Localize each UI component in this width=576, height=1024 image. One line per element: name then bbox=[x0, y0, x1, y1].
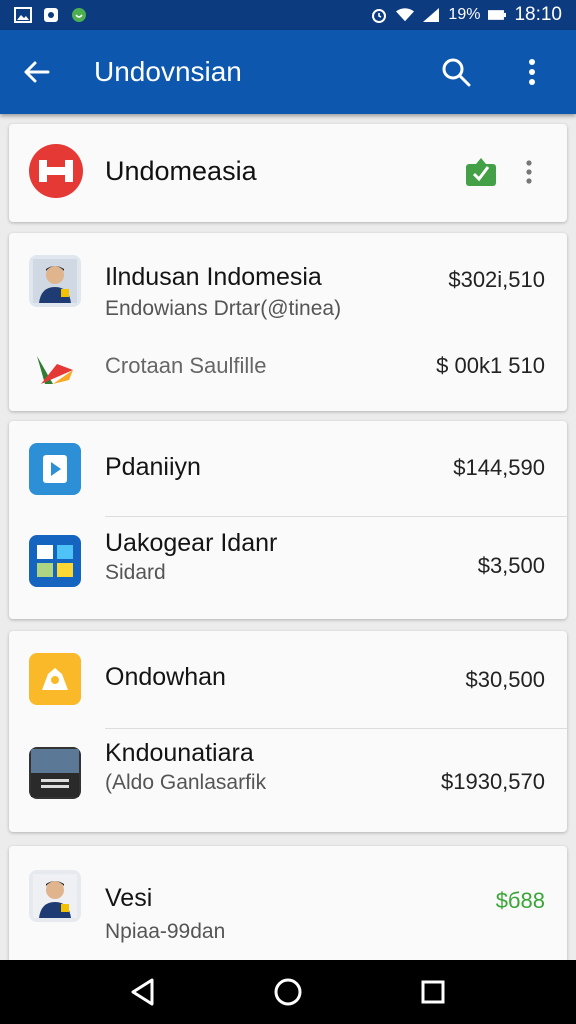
yellow-app-icon bbox=[29, 653, 81, 705]
item-subtitle: Endowians Drtar(@tinea) bbox=[105, 297, 342, 320]
list-item[interactable]: Ilndusan Indomesia Endowians Drtar(@tine… bbox=[9, 233, 567, 333]
play-app-icon bbox=[29, 443, 81, 495]
image-icon bbox=[14, 7, 32, 23]
more-vert-icon[interactable] bbox=[526, 160, 532, 189]
alarm-icon bbox=[370, 7, 388, 23]
battery-icon bbox=[488, 7, 507, 23]
item-subtitle: (Aldo Ganlasarfik bbox=[105, 771, 267, 794]
item-amount: $302i,510 bbox=[448, 267, 545, 292]
item-amount: $ 00k1 510 bbox=[436, 353, 545, 378]
list-item[interactable]: Kndounatiara (Aldo Ganlasarfik $1930,570 bbox=[9, 729, 567, 832]
list-item[interactable]: Pdaniiyn $144,590 bbox=[9, 421, 567, 517]
list-item[interactable]: Vesi Npiaa-99dan $б88 bbox=[9, 846, 567, 966]
list-item[interactable]: Uakogear Idanr Sidard $3,500 bbox=[9, 517, 567, 619]
search-icon[interactable] bbox=[436, 52, 476, 92]
transaction-card: Vesi Npiaa-99dan $б88 bbox=[9, 846, 567, 966]
status-bar: 19% 18:10 bbox=[0, 0, 576, 30]
colorful-arrow-icon bbox=[29, 345, 81, 397]
back-arrow-icon[interactable] bbox=[16, 52, 56, 92]
system-nav-bar bbox=[0, 960, 576, 1024]
item-amount: $144,590 bbox=[453, 455, 545, 480]
item-subtitle: Sidard bbox=[105, 561, 166, 584]
header-card[interactable]: Undomeasia bbox=[9, 124, 567, 222]
item-title: Uakogear Idanr bbox=[105, 529, 278, 557]
item-subtitle: Crotaan Saulfille bbox=[105, 353, 267, 378]
app-title: Undovnsian bbox=[94, 56, 242, 87]
back-triangle-icon[interactable] bbox=[113, 962, 173, 1022]
item-title: Ilndusan Indomesia bbox=[105, 263, 322, 291]
item-amount: $30,500 bbox=[465, 667, 545, 692]
item-subtitle: Npiaa-99dan bbox=[105, 920, 226, 943]
clock: 18:10 bbox=[514, 4, 562, 25]
person-avatar-icon bbox=[29, 255, 81, 307]
wifi-icon bbox=[396, 7, 415, 23]
item-title: Ondowhan bbox=[105, 663, 226, 691]
item-amount-positive: $б88 bbox=[495, 888, 545, 913]
transaction-card: Ondowhan $30,500 Kndounatiara (Aldo Ganl… bbox=[9, 631, 567, 832]
item-title: Kndounatiara bbox=[105, 739, 254, 767]
list-item[interactable]: Crotaan Saulfille $ 00k1 510 bbox=[9, 333, 567, 411]
transaction-card: Pdaniiyn $144,590 Uakogear Idanr Sidard … bbox=[9, 421, 567, 619]
battery-percent: 19% bbox=[448, 6, 481, 23]
spreadsheet-app-icon bbox=[29, 535, 81, 587]
item-title: Pdaniiyn bbox=[105, 453, 201, 481]
person-avatar-icon bbox=[29, 870, 81, 922]
green-badge-icon[interactable] bbox=[466, 158, 496, 191]
app-icon bbox=[42, 7, 60, 23]
logo-icon bbox=[29, 144, 83, 198]
recents-square-icon[interactable] bbox=[403, 962, 463, 1022]
item-amount: $1930,570 bbox=[441, 769, 545, 794]
app-bar: Undovnsian bbox=[0, 30, 576, 114]
whatsapp-icon bbox=[70, 7, 88, 23]
item-title: Vesi bbox=[105, 884, 153, 912]
signal-icon bbox=[422, 7, 440, 23]
transaction-card: Ilndusan Indomesia Endowians Drtar(@tine… bbox=[9, 233, 567, 411]
list-item[interactable]: Ondowhan $30,500 bbox=[9, 631, 567, 729]
photo-card-icon bbox=[29, 747, 81, 799]
home-circle-icon[interactable] bbox=[258, 962, 318, 1022]
header-title: Undomeasia bbox=[105, 156, 257, 186]
item-amount: $3,500 bbox=[477, 553, 545, 578]
more-vert-icon[interactable] bbox=[512, 52, 552, 92]
